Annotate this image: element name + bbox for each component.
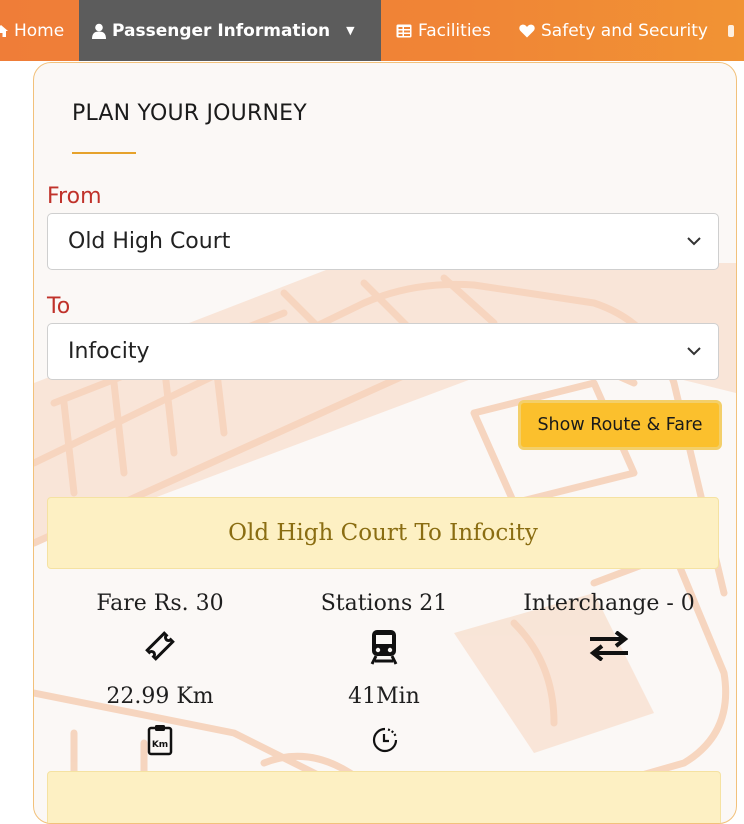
page-title: PLAN YOUR JOURNEY [72, 101, 307, 126]
route-summary-title: Old High Court To Infocity [228, 520, 538, 546]
facilities-icon [396, 24, 412, 38]
clock-icon [372, 727, 398, 753]
caret-down-icon: ▼ [346, 24, 355, 37]
nav-facilities-label: Facilities [418, 20, 491, 41]
nav-home[interactable]: Home [0, 0, 79, 61]
nav-passenger-label: Passenger Information [112, 20, 331, 41]
train-icon [370, 630, 398, 665]
show-route-fare-button[interactable]: Show Route & Fare [518, 400, 722, 450]
svg-text:Km: Km [152, 740, 168, 750]
from-station-value: Old High Court [68, 229, 231, 254]
user-icon [92, 23, 106, 39]
home-icon [0, 24, 8, 38]
interchange-count: Interchange - 0 [523, 591, 695, 616]
chevron-down-icon [687, 237, 701, 246]
top-navbar: Home Passenger Information ▼ Facilities … [0, 0, 744, 61]
ticket-icon [145, 631, 175, 661]
distance-value: 22.99 Km [106, 684, 214, 709]
from-station-select[interactable]: Old High Court [47, 213, 719, 270]
nav-safety-security[interactable]: Safety and Security [508, 0, 728, 61]
fare-value: Fare Rs. 30 [96, 591, 224, 616]
nav-safety-label: Safety and Security [541, 20, 708, 41]
to-station-value: Infocity [68, 339, 150, 364]
stations-count: Stations 21 [320, 591, 448, 616]
nav-passenger-information[interactable]: Passenger Information ▼ [79, 0, 381, 61]
route-details-banner [47, 771, 721, 823]
nav-home-label: Home [14, 20, 65, 41]
route-summary-banner: Old High Court To Infocity [47, 497, 719, 569]
title-underline [72, 152, 136, 154]
nav-overflow-edge [728, 0, 744, 61]
from-label: From [47, 184, 102, 209]
travel-time: 41Min [348, 684, 420, 709]
heart-icon [519, 24, 535, 38]
swap-arrows-icon [589, 631, 629, 661]
to-label: To [47, 294, 71, 319]
to-station-select[interactable]: Infocity [47, 323, 719, 380]
plan-journey-card: PLAN YOUR JOURNEY From Old High Court To… [33, 62, 737, 824]
nav-facilities[interactable]: Facilities [381, 0, 508, 61]
chevron-down-icon [687, 347, 701, 356]
clipboard-km-icon: Km [147, 725, 173, 756]
